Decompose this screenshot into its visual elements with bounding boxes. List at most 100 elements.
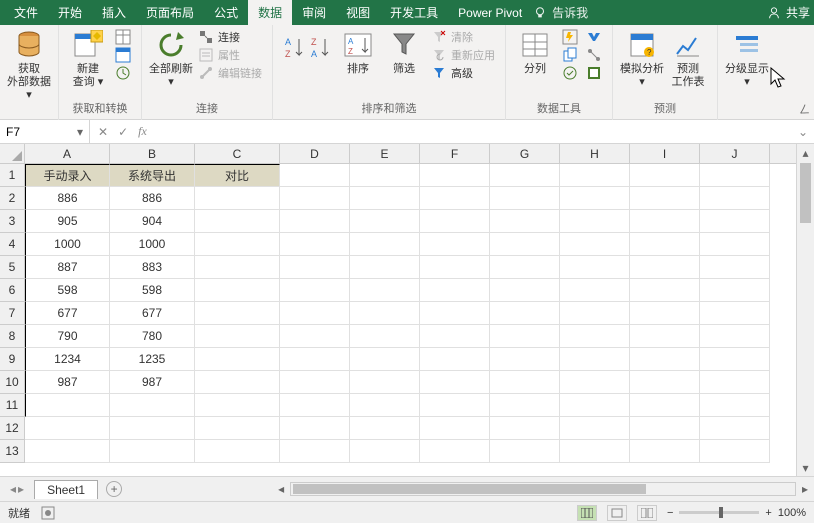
tab-layout[interactable]: 页面布局 xyxy=(136,0,204,25)
clear-filter-button[interactable]: 清除 xyxy=(431,29,495,45)
sort-asc-button[interactable]: AZ xyxy=(283,35,305,61)
cell[interactable] xyxy=(25,440,110,463)
cell[interactable] xyxy=(490,348,560,371)
share-button[interactable]: 共享 xyxy=(766,4,810,21)
cell[interactable] xyxy=(350,417,420,440)
refresh-all-button[interactable]: 全部刷新 ▾ xyxy=(148,27,194,89)
cell[interactable] xyxy=(630,417,700,440)
cell[interactable] xyxy=(280,302,350,325)
col-header[interactable]: I xyxy=(630,144,700,163)
cell[interactable]: 780 xyxy=(110,325,195,348)
cell[interactable] xyxy=(195,210,280,233)
tab-dev[interactable]: 开发工具 xyxy=(380,0,448,25)
cell[interactable] xyxy=(280,325,350,348)
col-header[interactable]: J xyxy=(700,144,770,163)
cell[interactable] xyxy=(350,325,420,348)
cell[interactable] xyxy=(630,348,700,371)
cell[interactable] xyxy=(420,210,490,233)
col-header[interactable]: D xyxy=(280,144,350,163)
cell[interactable] xyxy=(280,233,350,256)
scroll-down-button[interactable]: ▾ xyxy=(797,459,814,476)
row-header[interactable]: 10 xyxy=(0,371,24,394)
sort-desc-button[interactable]: ZA xyxy=(309,35,331,61)
cell[interactable] xyxy=(350,164,420,187)
namebox-dropdown[interactable]: ▾ xyxy=(77,125,83,139)
cell[interactable]: 905 xyxy=(25,210,110,233)
tab-insert[interactable]: 插入 xyxy=(92,0,136,25)
row-header[interactable]: 8 xyxy=(0,325,24,348)
forecast-button[interactable]: 预测工作表 xyxy=(665,27,711,89)
cell[interactable] xyxy=(630,325,700,348)
zoom-slider[interactable] xyxy=(679,511,759,514)
cell[interactable] xyxy=(630,187,700,210)
col-header[interactable]: C xyxy=(195,144,280,163)
cell[interactable] xyxy=(700,233,770,256)
cell[interactable] xyxy=(420,256,490,279)
cell[interactable]: 987 xyxy=(25,371,110,394)
cell[interactable] xyxy=(420,440,490,463)
fx-button[interactable]: fx xyxy=(138,124,147,139)
cell[interactable]: 598 xyxy=(25,279,110,302)
cell[interactable]: 1234 xyxy=(25,348,110,371)
zoom-level[interactable]: 100% xyxy=(778,507,806,519)
cancel-formula-button[interactable]: ✕ xyxy=(98,125,108,139)
cell[interactable] xyxy=(420,233,490,256)
cell[interactable] xyxy=(560,348,630,371)
sheet-tab[interactable]: Sheet1 xyxy=(34,480,98,499)
row-header[interactable]: 6 xyxy=(0,279,24,302)
cell[interactable] xyxy=(490,417,560,440)
cell[interactable] xyxy=(420,394,490,417)
cell[interactable] xyxy=(280,164,350,187)
cell[interactable] xyxy=(350,348,420,371)
cell[interactable] xyxy=(490,394,560,417)
cell[interactable] xyxy=(280,256,350,279)
get-external-data-button[interactable]: 获取外部数据 ▾ xyxy=(6,27,52,102)
tab-data[interactable]: 数据 xyxy=(248,0,292,25)
cell[interactable] xyxy=(560,417,630,440)
cell[interactable] xyxy=(280,348,350,371)
cell[interactable] xyxy=(630,302,700,325)
flashfill-button[interactable] xyxy=(562,29,578,45)
tab-file[interactable]: 文件 xyxy=(4,0,48,25)
scroll-up-button[interactable]: ▴ xyxy=(797,144,814,161)
cell[interactable] xyxy=(280,371,350,394)
cell[interactable]: 904 xyxy=(110,210,195,233)
cell[interactable] xyxy=(490,440,560,463)
collapse-ribbon-button[interactable]: ㄥ xyxy=(799,101,810,117)
text-to-columns-button[interactable]: 分列 xyxy=(512,27,558,76)
col-header[interactable]: E xyxy=(350,144,420,163)
expand-formula-bar[interactable]: ⌄ xyxy=(798,125,808,139)
zoom-out-button[interactable]: − xyxy=(667,507,673,519)
cell[interactable] xyxy=(350,187,420,210)
row-header[interactable]: 1 xyxy=(0,164,24,187)
cell[interactable] xyxy=(280,417,350,440)
cell[interactable] xyxy=(490,371,560,394)
hscroll-right[interactable]: ▸ xyxy=(796,482,814,496)
advanced-filter-button[interactable]: 高级 xyxy=(431,65,495,81)
cell[interactable] xyxy=(195,440,280,463)
add-sheet-button[interactable]: + xyxy=(106,481,122,497)
row-header[interactable]: 12 xyxy=(0,417,24,440)
cell[interactable] xyxy=(280,279,350,302)
cell[interactable] xyxy=(700,371,770,394)
reapply-button[interactable]: 重新应用 xyxy=(431,47,495,63)
removedup-button[interactable] xyxy=(562,47,578,63)
cell[interactable] xyxy=(350,233,420,256)
cell[interactable] xyxy=(350,394,420,417)
cell[interactable] xyxy=(560,210,630,233)
horizontal-scrollbar[interactable] xyxy=(290,482,796,496)
cell[interactable] xyxy=(420,302,490,325)
cell[interactable] xyxy=(490,164,560,187)
cell[interactable]: 对比 xyxy=(195,164,280,187)
cell[interactable] xyxy=(560,440,630,463)
row-header[interactable]: 7 xyxy=(0,302,24,325)
cell[interactable] xyxy=(350,302,420,325)
cell[interactable] xyxy=(630,233,700,256)
cell[interactable] xyxy=(195,279,280,302)
cell[interactable] xyxy=(700,187,770,210)
cell[interactable] xyxy=(700,440,770,463)
view-normal-button[interactable] xyxy=(577,505,597,521)
cell[interactable] xyxy=(630,440,700,463)
cell[interactable] xyxy=(420,325,490,348)
zoom-in-button[interactable]: + xyxy=(765,507,771,519)
